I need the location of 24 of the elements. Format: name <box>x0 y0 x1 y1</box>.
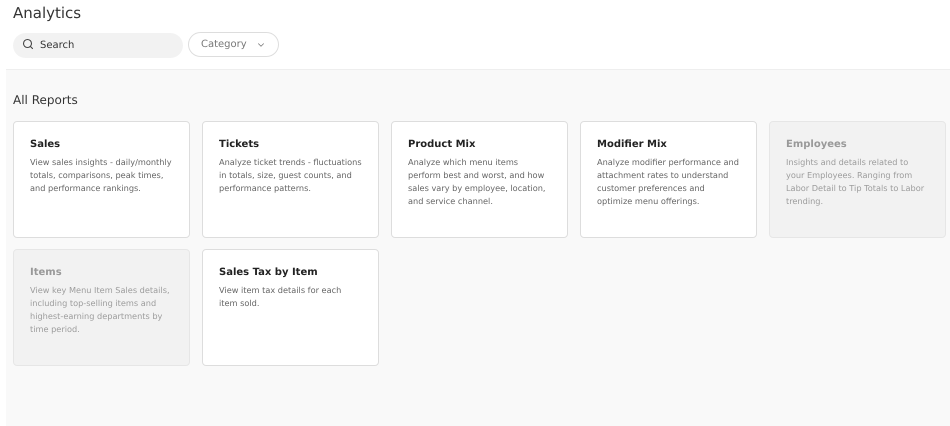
report-card[interactable]: Tickets Analyze ticket trends - fluctuations in totals, size, guest counts, and performance patterns. <box>202 121 379 238</box>
report-description: Insights and details related to your Employees. Ranging from Labor Detail to Tip Totals to Labor trending. <box>786 156 926 208</box>
report-card[interactable]: Sales View sales insights - daily/monthly totals, comparisons, peak times, and performance rankings. <box>13 121 190 238</box>
report-description: View item tax details for each item sold. <box>219 284 342 310</box>
report-description: Analyze which menu items perform best and worst, and how sales vary by employee, location, and service channel. <box>408 156 546 208</box>
report-description: Analyze ticket trends - fluctuations in totals, size, guest counts, and performance patterns. <box>219 156 362 195</box>
report-description: Analyze modifier performance and attachment rates to understand customer preferences and optimize menu offerings. <box>597 156 740 208</box>
report-card[interactable]: Sales Tax by Item View item tax details for each item sold. <box>202 249 379 366</box>
report-title: Tickets <box>219 138 260 151</box>
report-card[interactable]: Product Mix Analyze which menu items perform best and worst, and how sales vary by employee, location, and service channel. <box>391 121 568 238</box>
report-description: View key Menu Item Sales details, including top-selling items and highest-earning departments by time period. <box>30 284 171 336</box>
report-title: Employees <box>786 138 848 151</box>
report-title: Product Mix <box>408 138 476 151</box>
report-title: Sales Tax by Item <box>219 266 319 279</box>
report-title: Items <box>30 266 63 279</box>
section-title: All Reports <box>13 92 79 108</box>
search-field[interactable]: Search <box>13 33 183 58</box>
category-dropdown[interactable]: Category <box>188 32 279 57</box>
report-description: View sales insights - daily/monthly totals, comparisons, peak times, and performance rankings. <box>30 156 173 195</box>
report-card[interactable]: Modifier Mix Analyze modifier performance and attachment rates to understand customer preferences and optimize menu offerings. <box>580 121 757 238</box>
report-title: Sales <box>30 138 62 151</box>
page-title: Analytics <box>13 3 82 24</box>
report-title: Modifier Mix <box>597 138 668 151</box>
search-icon <box>22 38 34 50</box>
